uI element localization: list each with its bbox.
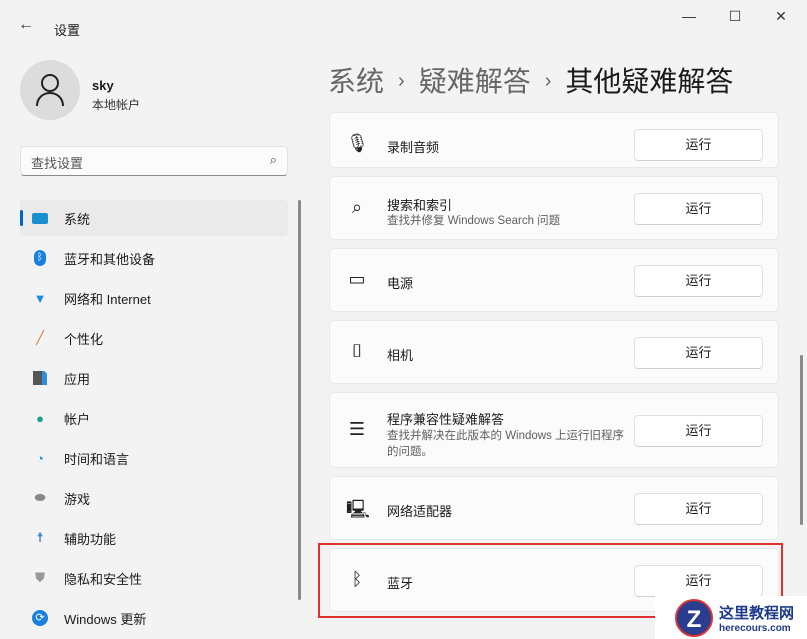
item-description: 查找并修复 Windows Search 问题 — [387, 213, 627, 229]
sidebar-scrollbar[interactable] — [298, 200, 301, 600]
sidebar-item-label: 隐私和安全性 — [64, 569, 142, 588]
sidebar-item-5[interactable]: ● 帐户 — [20, 400, 288, 436]
search-icon: ⌕ — [346, 197, 368, 218]
sidebar-item-label: 应用 — [64, 369, 90, 388]
watermark: Z 这里教程网herecours.com — [655, 596, 807, 639]
run-button[interactable]: 运行 — [634, 337, 763, 369]
item-title: 搜索和索引 — [387, 195, 452, 214]
troubleshooter-item: ⌕ 搜索和索引查找并修复 Windows Search 问题运行 — [329, 176, 779, 240]
accessibility-icon: ☨ — [32, 530, 48, 546]
camera-icon: ⌷ — [346, 341, 368, 362]
watermark-logo-icon: Z — [675, 599, 713, 637]
sidebar-item-1[interactable]: ᛒ 蓝牙和其他设备 — [20, 240, 288, 276]
watermark-url: herecours.com — [719, 623, 794, 634]
account-icon: ● — [32, 410, 48, 426]
sidebar-item-label: 系统 — [64, 209, 90, 228]
search-input[interactable]: 查找设置 ⌕ — [20, 146, 288, 176]
clock-globe-icon: ◔ — [32, 450, 48, 466]
wifi-icon: ▼ — [32, 290, 48, 306]
troubleshooter-item: ☰ 程序兼容性疑难解答查找并解决在此版本的 Windows 上运行旧程序的问题。运… — [329, 392, 779, 468]
item-title: 相机 — [387, 345, 413, 364]
item-title: 程序兼容性疑难解答 — [387, 409, 504, 428]
item-title: 网络适配器 — [387, 501, 452, 520]
sidebar-item-8[interactable]: ☨ 辅助功能 — [20, 520, 288, 556]
back-button[interactable]: ← — [18, 16, 34, 34]
run-button[interactable]: 运行 — [634, 265, 763, 297]
microphone-icon: 🎙︎ — [346, 133, 368, 154]
sidebar-item-7[interactable]: ⬬ 游戏 — [20, 480, 288, 516]
selection-indicator — [20, 210, 23, 226]
shield-icon: ⛊ — [32, 570, 48, 586]
breadcrumb-system[interactable]: 系统 — [328, 66, 384, 97]
main-scrollbar[interactable] — [800, 355, 803, 525]
sidebar-item-6[interactable]: ◔ 时间和语言 — [20, 440, 288, 476]
sidebar-item-label: 帐户 — [64, 409, 90, 428]
sidebar-item-label: 时间和语言 — [64, 449, 129, 468]
sidebar-item-10[interactable]: ⟳ Windows 更新 — [20, 600, 288, 636]
sidebar-item-label: 蓝牙和其他设备 — [64, 249, 155, 268]
run-button[interactable]: 运行 — [634, 415, 763, 447]
close-button[interactable]: ✕ — [766, 8, 796, 25]
sidebar-item-label: 网络和 Internet — [64, 289, 151, 308]
bluetooth-icon: ᛒ — [32, 250, 48, 266]
sidebar-item-label: 个性化 — [64, 329, 103, 348]
update-icon: ⟳ — [32, 610, 48, 626]
run-button[interactable]: 运行 — [634, 129, 763, 161]
window-title: 设置 — [54, 20, 80, 39]
troubleshooter-item: ⌷ 相机 运行 — [329, 320, 779, 384]
sidebar-item-4[interactable]: 应用 — [20, 360, 288, 396]
item-title: 电源 — [387, 273, 413, 292]
run-button[interactable]: 运行 — [634, 493, 763, 525]
user-icon — [35, 73, 65, 107]
sidebar-item-label: Windows 更新 — [64, 609, 146, 628]
network-adapter-icon: 🖳︎ — [346, 497, 368, 527]
sidebar-item-label: 辅助功能 — [64, 529, 116, 548]
apps-icon — [32, 370, 48, 386]
avatar[interactable] — [20, 60, 80, 120]
watermark-name: 这里教程网 — [719, 602, 794, 623]
search-icon: ⌕ — [270, 152, 277, 168]
breadcrumb: 系统›疑难解答›其他疑难解答 — [328, 60, 733, 100]
sidebar-item-0[interactable]: 系统 — [20, 200, 288, 236]
sidebar-item-3[interactable]: ╱ 个性化 — [20, 320, 288, 356]
maximize-button[interactable]: ☐ — [720, 8, 750, 25]
list-icon: ☰ — [346, 419, 368, 440]
breadcrumb-troubleshoot[interactable]: 疑难解答 — [419, 66, 531, 97]
battery-icon: ▭ — [346, 269, 368, 290]
account-type: 本地帐户 — [92, 96, 140, 113]
search-placeholder: 查找设置 — [31, 156, 83, 171]
minimize-button[interactable]: — — [674, 8, 704, 24]
troubleshooter-item: 🎙︎ 录制音频 运行 — [329, 112, 779, 168]
troubleshooter-item: 🖳︎ 网络适配器 运行 — [329, 476, 779, 540]
page-title: 其他疑难解答 — [565, 66, 733, 97]
run-button[interactable]: 运行 — [634, 193, 763, 225]
sidebar-item-2[interactable]: ▼ 网络和 Internet — [20, 280, 288, 316]
sidebar-item-label: 游戏 — [64, 489, 90, 508]
gamepad-icon: ⬬ — [32, 490, 48, 506]
item-title: 录制音频 — [387, 137, 439, 156]
user-name: sky — [92, 78, 114, 93]
system-icon — [32, 210, 48, 226]
brush-icon: ╱ — [32, 330, 48, 346]
item-description: 查找并解决在此版本的 Windows 上运行旧程序的问题。 — [387, 428, 627, 460]
sidebar-item-9[interactable]: ⛊ 隐私和安全性 — [20, 560, 288, 596]
troubleshooter-item: ▭ 电源 运行 — [329, 248, 779, 312]
